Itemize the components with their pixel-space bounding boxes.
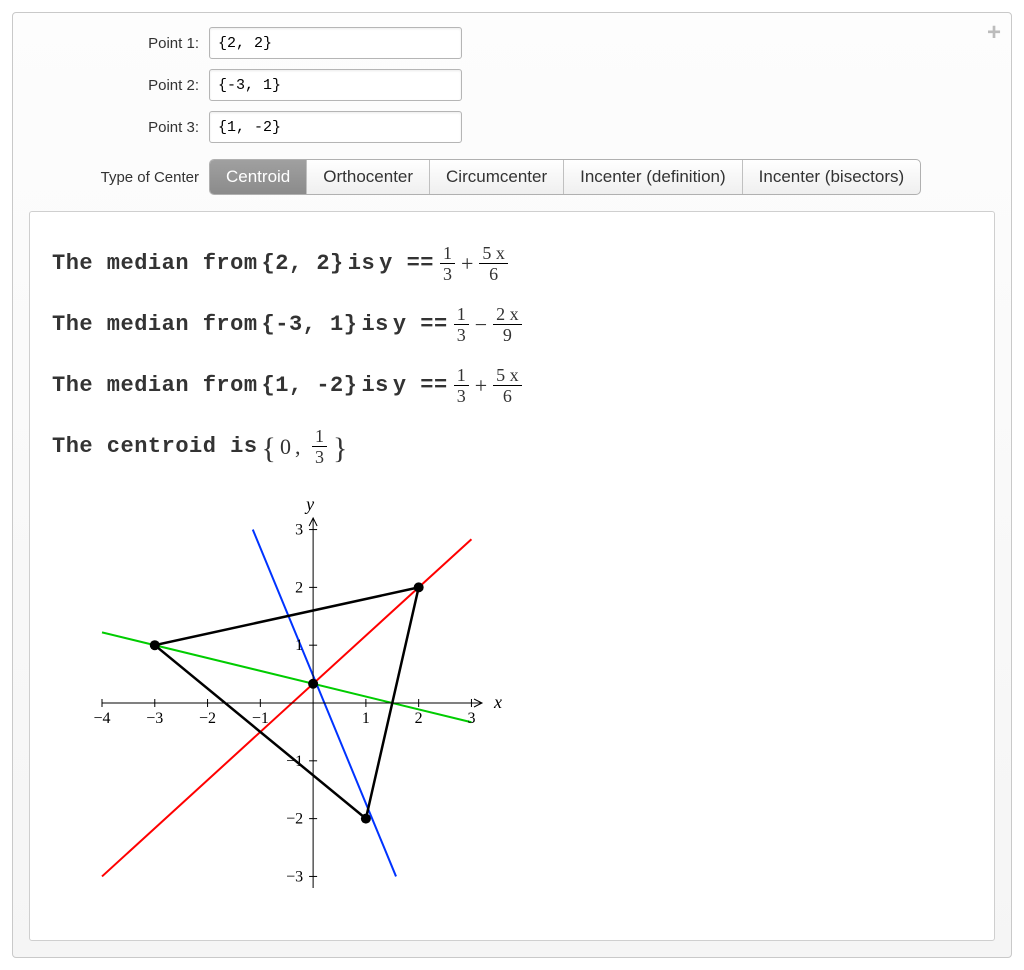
svg-text:2: 2 (415, 710, 423, 727)
svg-text:−1: −1 (252, 710, 269, 727)
text: is (361, 312, 388, 337)
label-point1: Point 1: (29, 35, 209, 52)
input-point2[interactable] (209, 69, 462, 101)
fraction: 13 (454, 305, 469, 344)
centroid-y: 13 (312, 427, 327, 466)
tab-centroid[interactable]: Centroid (210, 160, 307, 194)
svg-text:−2: −2 (199, 710, 216, 727)
label-point3: Point 3: (29, 119, 209, 136)
tab-incenter-bisectors[interactable]: Incenter (bisectors) (743, 160, 921, 194)
lhs: y == (393, 312, 448, 337)
centroid-x: 0 (280, 434, 291, 460)
label-point2: Point 2: (29, 77, 209, 94)
fraction: 5 x6 (479, 244, 508, 283)
centroid-line: The centroid is { 0 , 13 } (52, 427, 972, 466)
text: is (361, 373, 388, 398)
expand-controls-icon[interactable]: + (987, 21, 1001, 45)
svg-text:3: 3 (295, 522, 303, 539)
median-line-2: The median from {-3, 1} is y == 13 − 2 x… (52, 305, 972, 344)
op: + (475, 373, 487, 399)
text: The median from (52, 373, 258, 398)
tab-orthocenter[interactable]: Orthocenter (307, 160, 430, 194)
text: The centroid is (52, 434, 258, 459)
comma: , (295, 434, 306, 460)
svg-text:2: 2 (295, 579, 303, 596)
point: {2, 2} (262, 251, 344, 276)
svg-text:y: y (304, 494, 314, 514)
point: {1, -2} (262, 373, 358, 398)
tab-incenter-definition[interactable]: Incenter (definition) (564, 160, 743, 194)
chart: −4−3−2−1123−3−2−1123xy (52, 488, 972, 918)
text: is (348, 251, 375, 276)
lhs: y == (393, 373, 448, 398)
triangle-plot: −4−3−2−1123−3−2−1123xy (52, 488, 512, 918)
text: The median from (52, 312, 258, 337)
op: − (475, 312, 487, 338)
svg-text:−2: −2 (286, 811, 303, 828)
row-point1: Point 1: (29, 27, 995, 59)
fraction: 13 (454, 366, 469, 405)
svg-text:−4: −4 (93, 710, 110, 727)
svg-text:x: x (493, 692, 502, 712)
lhs: y == (379, 251, 434, 276)
svg-text:3: 3 (467, 710, 475, 727)
setterbar-centertype: Centroid Orthocenter Circumcenter Incent… (209, 159, 921, 195)
label-centertype: Type of Center (29, 169, 209, 186)
point: {-3, 1} (262, 312, 358, 337)
median-line-3: The median from {1, -2} is y == 13 + 5 x… (52, 366, 972, 405)
text: The median from (52, 251, 258, 276)
svg-text:1: 1 (362, 710, 370, 727)
svg-text:−3: −3 (286, 868, 303, 885)
output-pane: The median from {2, 2} is y == 13 + 5 x6… (29, 211, 995, 941)
fraction: 5 x6 (493, 366, 522, 405)
input-point3[interactable] (209, 111, 462, 143)
row-point3: Point 3: (29, 111, 995, 143)
row-point2: Point 2: (29, 69, 995, 101)
op: + (461, 251, 473, 277)
fraction: 13 (440, 244, 455, 283)
svg-text:−3: −3 (146, 710, 163, 727)
manipulate-panel: + Point 1: Point 2: Point 3: Type of Cen… (12, 12, 1012, 958)
row-centertype: Type of Center Centroid Orthocenter Circ… (29, 159, 995, 195)
input-point1[interactable] (209, 27, 462, 59)
tab-circumcenter[interactable]: Circumcenter (430, 160, 564, 194)
fraction: 2 x9 (493, 305, 522, 344)
svg-text:1: 1 (295, 637, 303, 654)
median-line-1: The median from {2, 2} is y == 13 + 5 x6 (52, 244, 972, 283)
